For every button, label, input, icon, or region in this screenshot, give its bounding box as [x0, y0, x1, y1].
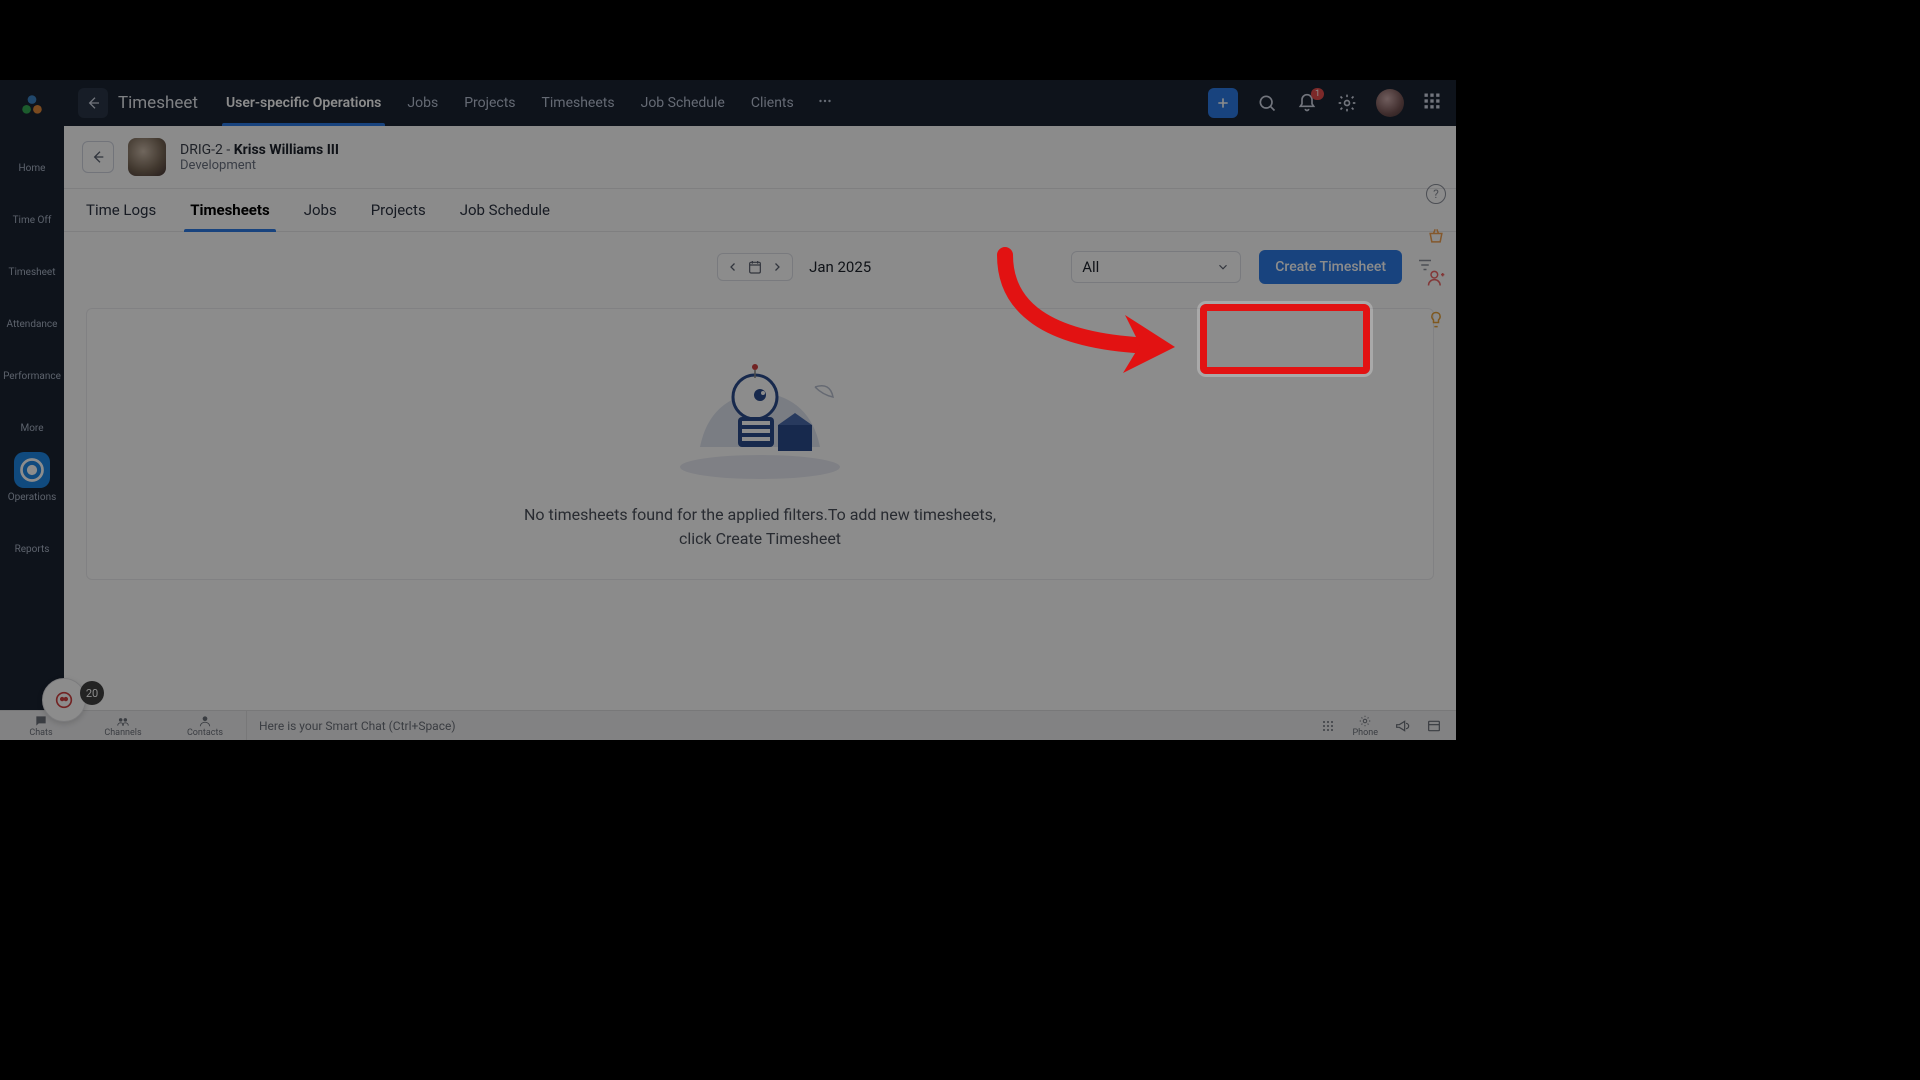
status-filter-select[interactable]: All [1071, 251, 1241, 283]
user-header: DRIG-2 - Kriss Williams III Development [64, 126, 1456, 189]
panel-icon[interactable] [1426, 718, 1442, 734]
nav-timeoff-label: Time Off [13, 215, 52, 226]
calendar-icon[interactable] [746, 258, 764, 276]
subtab-jobs[interactable]: Jobs [304, 189, 337, 231]
nav-attendance-label: Attendance [7, 319, 58, 330]
date-prev-icon[interactable] [724, 258, 742, 276]
empty-state-card: No timesheets found for the applied filt… [86, 308, 1434, 580]
lamp-icon[interactable] [1426, 310, 1446, 330]
subtab-projects[interactable]: Projects [371, 189, 426, 231]
dialpad-icon[interactable] [1320, 718, 1336, 734]
right-rail: ? [1416, 184, 1456, 330]
create-timesheet-button[interactable]: Create Timesheet [1259, 250, 1402, 284]
tab-clients[interactable]: Clients [751, 80, 794, 126]
nav-more[interactable]: More [20, 400, 43, 434]
bottom-channels[interactable]: Channels [82, 711, 164, 740]
top-bar: Timesheet User-specific Operations Jobs … [64, 80, 1456, 126]
subtab-timesheets[interactable]: Timesheets [190, 189, 269, 231]
nav-attendance[interactable]: Attendance [7, 296, 58, 330]
person-add-icon[interactable] [1426, 268, 1446, 288]
help-icon[interactable]: ? [1426, 184, 1446, 204]
empty-state-text: No timesheets found for the applied filt… [524, 503, 996, 551]
chevron-down-icon [1216, 260, 1230, 274]
assistant-badge: 20 [80, 681, 104, 705]
settings-icon[interactable] [1336, 92, 1358, 114]
nav-performance-label: Performance [3, 371, 61, 382]
nav-timesheet[interactable]: Timesheet [8, 244, 55, 278]
more-tabs-icon[interactable] [816, 92, 834, 114]
status-filter-value: All [1082, 258, 1099, 276]
nav-home[interactable]: Home [19, 140, 46, 174]
nav-more-label: More [20, 423, 43, 434]
date-navigator: Jan 2025 [717, 253, 871, 281]
nav-home-label: Home [19, 163, 46, 174]
app-logo-icon [17, 90, 47, 120]
assistant-fab[interactable] [42, 678, 86, 722]
date-label: Jan 2025 [809, 258, 871, 276]
page-body: DRIG-2 - Kriss Williams III Development … [64, 126, 1456, 710]
back-button[interactable] [78, 88, 108, 118]
user-code: DRIG-2 [180, 142, 223, 158]
bottom-contacts[interactable]: Contacts [164, 711, 246, 740]
top-tabs: User-specific Operations Jobs Projects T… [226, 80, 794, 126]
tab-job-schedule[interactable]: Job Schedule [641, 80, 725, 126]
user-code-name: DRIG-2 - Kriss Williams III [180, 142, 339, 158]
empty-line1: No timesheets found for the applied filt… [524, 503, 996, 527]
tab-user-specific-operations[interactable]: User-specific Operations [226, 80, 381, 126]
empty-illustration-icon [660, 337, 860, 487]
nav-operations[interactable]: Operations [8, 452, 57, 503]
notifications-icon[interactable]: 1 [1296, 92, 1318, 114]
phone-icon[interactable]: Phone [1352, 714, 1378, 738]
announcement-icon[interactable] [1394, 718, 1410, 734]
apps-grid-icon[interactable] [1422, 91, 1442, 115]
user-name: Kriss Williams III [234, 142, 339, 158]
controls-row: Jan 2025 All Create Timesheet [64, 232, 1456, 294]
user-department: Development [180, 158, 339, 173]
sub-tabs: Time Logs Timesheets Jobs Projects Job S… [64, 189, 1456, 232]
profile-avatar[interactable] [1376, 89, 1404, 117]
page-back-button[interactable] [82, 141, 114, 173]
module-title: Timesheet [118, 93, 198, 113]
basket-icon[interactable] [1426, 226, 1446, 246]
nav-performance[interactable]: Performance [3, 348, 61, 382]
subtab-job-schedule[interactable]: Job Schedule [460, 189, 550, 231]
empty-line2: click Create Timesheet [524, 527, 996, 551]
nav-reports[interactable]: Reports [15, 521, 50, 555]
subtab-time-logs[interactable]: Time Logs [86, 189, 156, 231]
left-nav: Home Time Off Timesheet Attendance Perfo… [0, 80, 64, 740]
tab-projects[interactable]: Projects [464, 80, 515, 126]
search-icon[interactable] [1256, 92, 1278, 114]
add-button[interactable] [1208, 88, 1238, 118]
nav-operations-label: Operations [8, 492, 57, 503]
user-avatar [128, 138, 166, 176]
tab-timesheets[interactable]: Timesheets [542, 80, 615, 126]
date-next-icon[interactable] [768, 258, 786, 276]
bottom-bar: 20 Chats Channels Contacts Here is your … [0, 710, 1456, 740]
smart-chat-input[interactable]: Here is your Smart Chat (Ctrl+Space) [247, 719, 456, 733]
notifications-badge: 1 [1311, 88, 1324, 100]
nav-timesheet-label: Timesheet [8, 267, 55, 278]
nav-timeoff[interactable]: Time Off [13, 192, 52, 226]
tab-jobs[interactable]: Jobs [407, 80, 438, 126]
nav-reports-label: Reports [15, 544, 50, 555]
